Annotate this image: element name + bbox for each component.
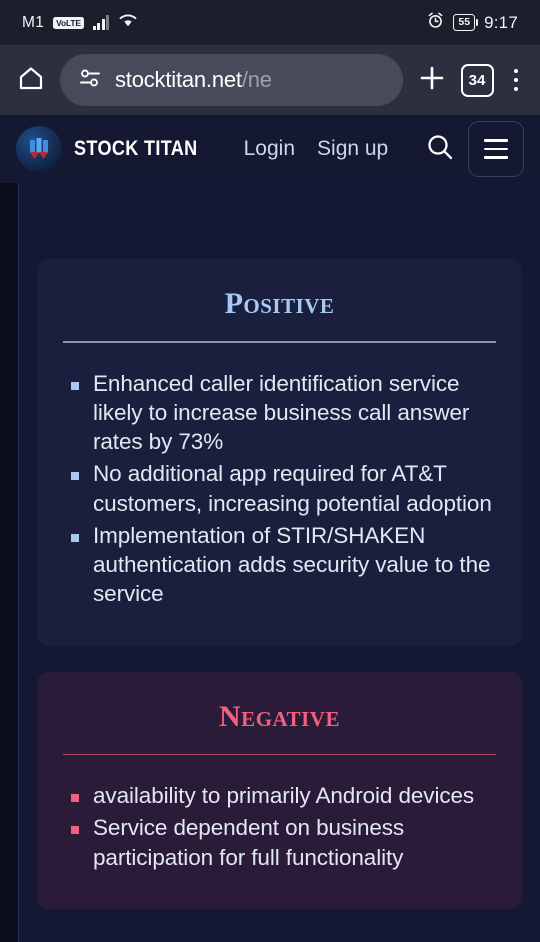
positive-card: Positive Enhanced caller identification … [37,259,522,646]
header-actions [424,121,524,177]
plus-icon[interactable] [417,63,447,98]
kebab-menu-icon[interactable] [508,66,525,95]
site-header: STOCK TITAN Login Sign up [0,115,540,183]
negative-divider [63,753,496,755]
wifi-icon [118,13,138,33]
login-link[interactable]: Login [244,137,295,161]
positive-divider [63,341,496,343]
tab-switcher-button[interactable]: 34 [460,63,494,97]
negative-bullet-list: availability to primarily Android device… [63,781,496,872]
page-info-icon[interactable] [78,66,102,95]
volte-badge: VoLTE [53,16,84,29]
url-text: stocktitan.net/ne [115,67,272,93]
status-bar-left: M1 VoLTE [22,13,138,33]
home-icon[interactable] [16,63,46,98]
negative-card: Negative availability to primarily Andro… [37,671,522,909]
carrier-label: M1 [22,13,45,31]
alarm-clock-icon [427,12,444,34]
article-container: Positive Enhanced caller identification … [18,183,540,942]
list-item: No additional app required for AT&T cust… [63,459,496,518]
signup-link[interactable]: Sign up [317,137,388,161]
url-path: /ne [241,67,272,92]
signal-bars-icon [92,15,110,30]
stock-titan-logo-icon [16,126,62,172]
brand-logo-link[interactable]: STOCK TITAN [16,126,218,172]
browser-toolbar: stocktitan.net/ne 34 [0,45,540,115]
positive-bullet-list: Enhanced caller identification service l… [63,369,496,609]
negative-card-title: Negative [219,699,340,733]
header-nav: Login Sign up [244,137,389,161]
android-status-bar: M1 VoLTE 55 9:17 [0,0,540,45]
status-bar-right: 55 9:17 [427,12,518,34]
list-item: Implementation of STIR/SHAKEN authentica… [63,521,496,609]
positive-card-title: Positive [224,287,335,320]
url-bar[interactable]: stocktitan.net/ne [60,54,403,106]
list-item: Service dependent on business participat… [63,813,496,872]
url-host: stocktitan.net [115,67,242,92]
list-item: Enhanced caller identification service l… [63,369,496,457]
search-icon[interactable] [424,131,456,168]
hamburger-menu-icon[interactable] [468,121,524,177]
list-item: availability to primarily Android device… [63,781,496,810]
status-bar-clock: 9:17 [484,12,518,32]
page-body: Positive Enhanced caller identification … [0,183,540,942]
battery-indicator: 55 [453,13,478,32]
brand-name: STOCK TITAN [74,137,198,160]
